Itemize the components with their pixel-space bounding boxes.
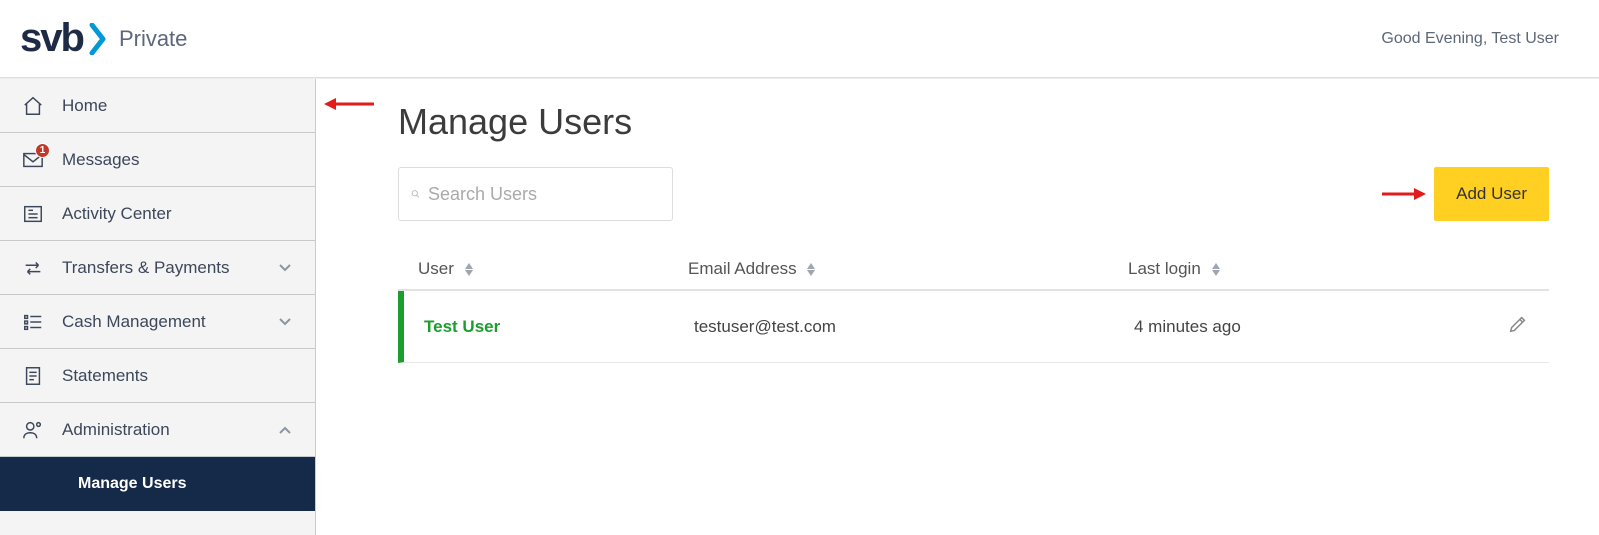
column-header-label: User [418,259,454,278]
sidebar-item-label: Statements [62,366,293,386]
list-icon [22,311,44,333]
table-header: User Email Address Last login [398,259,1549,291]
search-icon [411,186,420,202]
chevron-down-icon [279,259,293,277]
sidebar-item-label: Administration [62,420,279,440]
page-title: Manage Users [398,101,1549,143]
search-box[interactable] [398,167,673,221]
table-row[interactable]: Test User testuser@test.com 4 minutes ag… [398,291,1549,363]
column-header-email[interactable]: Email Address [688,259,1128,279]
sidebar-item-label: Cash Management [62,312,279,332]
annotation-arrow-left [322,95,376,535]
column-header-login[interactable]: Last login [1128,259,1429,279]
sort-icon [807,263,815,276]
main-content: Manage Users Add User User Email Address [376,79,1599,535]
logo: svb Private [20,16,187,61]
sidebar-item-statements[interactable]: Statements [0,349,315,403]
logo-suffix: Private [119,26,187,52]
sidebar-item-activity-center[interactable]: Activity Center [0,187,315,241]
sidebar-item-label: Messages [62,150,293,170]
toolbar: Add User [398,167,1549,221]
sidebar-subitem-label: Manage Users [78,475,187,493]
news-icon [22,203,44,225]
logo-text: svb [20,16,83,61]
chevron-down-icon [279,313,293,331]
sidebar-item-label: Activity Center [62,204,293,224]
cell-user: Test User [424,317,694,337]
sidebar-item-messages[interactable]: 1 Messages [0,133,315,187]
cell-login: 4 minutes ago [1134,317,1429,337]
user-admin-icon [22,419,44,441]
column-header-label: Email Address [688,259,797,278]
sidebar-item-administration[interactable]: Administration [0,403,315,457]
annotation-arrow-right [1380,185,1428,203]
column-header-label: Last login [1128,259,1201,278]
home-icon [22,95,44,117]
cell-actions [1429,313,1529,340]
search-input[interactable] [428,184,660,205]
edit-icon[interactable] [1507,313,1529,335]
chevron-up-icon [279,421,293,439]
sidebar-item-cash-management[interactable]: Cash Management [0,295,315,349]
sort-icon [1212,263,1220,276]
add-user-button[interactable]: Add User [1434,167,1549,221]
sidebar: Home 1 Messages Activity Center Transfer… [0,79,316,535]
document-icon [22,365,44,387]
sidebar-item-label: Home [62,96,293,116]
app-header: svb Private Good Evening, Test User [0,0,1599,78]
chevron-right-icon [89,23,107,55]
sidebar-item-home[interactable]: Home [0,79,315,133]
cell-email: testuser@test.com [694,317,1134,337]
greeting-text: Good Evening, Test User [1381,30,1559,48]
sidebar-item-label: Transfers & Payments [62,258,279,278]
messages-badge: 1 [35,143,50,158]
sidebar-item-transfers[interactable]: Transfers & Payments [0,241,315,295]
transfer-icon [22,257,44,279]
sidebar-subitem-manage-users[interactable]: Manage Users [0,457,315,511]
sort-icon [465,263,473,276]
column-header-user[interactable]: User [418,259,688,279]
